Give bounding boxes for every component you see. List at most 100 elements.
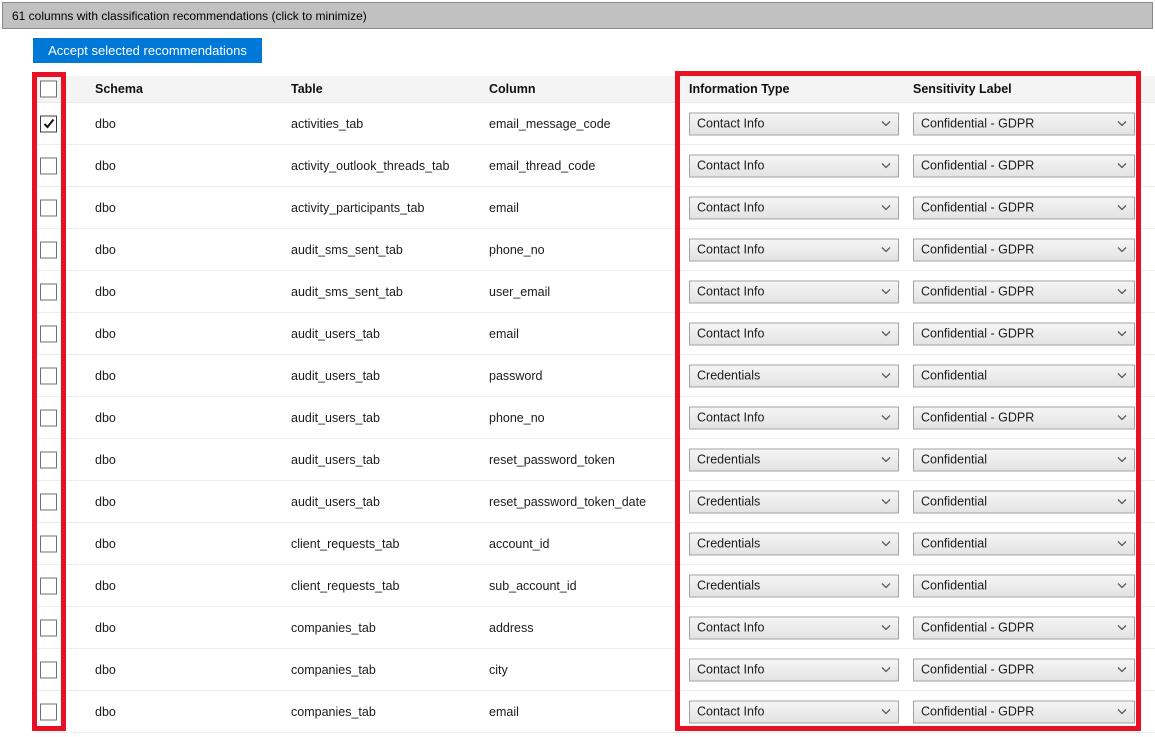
table-row: dbo companies_tab email Contact Info Con… — [33, 691, 1155, 733]
row-checkbox[interactable] — [40, 619, 57, 636]
chevron-down-icon — [881, 667, 891, 673]
row-checkbox[interactable] — [40, 283, 57, 300]
row-checkbox[interactable] — [40, 157, 57, 174]
table-row: dbo activity_outlook_threads_tab email_t… — [33, 145, 1155, 187]
information-type-dropdown[interactable]: Credentials — [689, 448, 899, 471]
column-name-cell: email — [489, 326, 519, 341]
table-row: dbo activities_tab email_message_code Co… — [33, 103, 1155, 145]
sensitivity-label-dropdown[interactable]: Confidential — [913, 532, 1135, 555]
chevron-down-icon — [881, 541, 891, 547]
row-checkbox[interactable] — [40, 535, 57, 552]
information-type-dropdown[interactable]: Credentials — [689, 490, 899, 513]
sensitivity-label-dropdown[interactable]: Confidential — [913, 364, 1135, 387]
row-checkbox[interactable] — [40, 451, 57, 468]
information-type-dropdown[interactable]: Contact Info — [689, 658, 899, 681]
chevron-down-icon — [1117, 583, 1127, 589]
sensitivity-label-dropdown[interactable]: Confidential - GDPR — [913, 406, 1135, 429]
table-name-cell: audit_sms_sent_tab — [291, 242, 403, 257]
row-checkbox[interactable] — [40, 661, 57, 678]
schema-cell: dbo — [95, 200, 116, 215]
information-type-dropdown[interactable]: Credentials — [689, 532, 899, 555]
chevron-down-icon — [1117, 121, 1127, 127]
column-name-cell: account_id — [489, 536, 550, 551]
column-name-cell: phone_no — [489, 242, 545, 257]
schema-cell: dbo — [95, 578, 116, 593]
sensitivity-label-dropdown[interactable]: Confidential - GDPR — [913, 280, 1135, 303]
schema-cell: dbo — [95, 116, 116, 131]
row-checkbox[interactable] — [40, 577, 57, 594]
information-type-dropdown[interactable]: Contact Info — [689, 406, 899, 429]
information-type-dropdown[interactable]: Contact Info — [689, 700, 899, 723]
table-row: dbo audit_users_tab email Contact Info C… — [33, 313, 1155, 355]
sensitivity-label-dropdown[interactable]: Confidential - GDPR — [913, 700, 1135, 723]
schema-cell: dbo — [95, 242, 116, 257]
chevron-down-icon — [881, 415, 891, 421]
row-checkbox[interactable] — [40, 115, 57, 132]
row-checkbox[interactable] — [40, 199, 57, 216]
sensitivity-label-dropdown[interactable]: Confidential - GDPR — [913, 238, 1135, 261]
column-name-cell: email_thread_code — [489, 158, 596, 173]
table-row: dbo companies_tab city Contact Info Conf… — [33, 649, 1155, 691]
chevron-down-icon — [881, 163, 891, 169]
table-name-cell: companies_tab — [291, 704, 376, 719]
chevron-down-icon — [1117, 541, 1127, 547]
column-name-cell: address — [489, 620, 534, 635]
table-name-cell: audit_users_tab — [291, 494, 380, 509]
chevron-down-icon — [1117, 709, 1127, 715]
information-type-dropdown[interactable]: Credentials — [689, 364, 899, 387]
table-row: dbo activity_participants_tab email Cont… — [33, 187, 1155, 229]
chevron-down-icon — [881, 457, 891, 463]
information-type-dropdown[interactable]: Contact Info — [689, 238, 899, 261]
row-checkbox[interactable] — [40, 703, 57, 720]
information-type-dropdown[interactable]: Contact Info — [689, 154, 899, 177]
information-type-dropdown[interactable]: Contact Info — [689, 196, 899, 219]
sensitivity-label-dropdown[interactable]: Confidential — [913, 574, 1135, 597]
schema-cell: dbo — [95, 494, 116, 509]
accept-recommendations-button[interactable]: Accept selected recommendations — [33, 38, 262, 63]
information-type-dropdown[interactable]: Credentials — [689, 574, 899, 597]
row-checkbox[interactable] — [40, 409, 57, 426]
column-name-cell: email_message_code — [489, 116, 611, 131]
column-name-cell: city — [489, 662, 508, 677]
column-name-cell: reset_password_token — [489, 452, 615, 467]
table-row: dbo audit_users_tab reset_password_token… — [33, 481, 1155, 523]
header-table: Table — [291, 82, 323, 96]
check-icon — [43, 118, 54, 129]
table-name-cell: activities_tab — [291, 116, 364, 131]
sensitivity-label-dropdown[interactable]: Confidential - GDPR — [913, 616, 1135, 639]
table-name-cell: audit_users_tab — [291, 452, 380, 467]
sensitivity-label-dropdown[interactable]: Confidential - GDPR — [913, 658, 1135, 681]
column-name-cell: email — [489, 704, 519, 719]
sensitivity-label-dropdown[interactable]: Confidential — [913, 490, 1135, 513]
chevron-down-icon — [1117, 457, 1127, 463]
information-type-dropdown[interactable]: Contact Info — [689, 322, 899, 345]
information-type-dropdown[interactable]: Contact Info — [689, 280, 899, 303]
chevron-down-icon — [881, 205, 891, 211]
select-all-checkbox[interactable] — [40, 80, 57, 98]
table-name-cell: audit_sms_sent_tab — [291, 284, 403, 299]
table-row: dbo client_requests_tab sub_account_id C… — [33, 565, 1155, 607]
row-checkbox[interactable] — [40, 493, 57, 510]
header-schema: Schema — [95, 82, 143, 96]
table-name-cell: audit_users_tab — [291, 410, 380, 425]
row-checkbox[interactable] — [40, 241, 57, 258]
table-row: dbo audit_sms_sent_tab phone_no Contact … — [33, 229, 1155, 271]
row-checkbox[interactable] — [40, 325, 57, 342]
sensitivity-label-dropdown[interactable]: Confidential - GDPR — [913, 154, 1135, 177]
table-name-cell: companies_tab — [291, 620, 376, 635]
sensitivity-label-dropdown[interactable]: Confidential - GDPR — [913, 322, 1135, 345]
sensitivity-label-dropdown[interactable]: Confidential - GDPR — [913, 112, 1135, 135]
classification-table: Schema Table Column Information Type Sen… — [33, 76, 1155, 733]
schema-cell: dbo — [95, 704, 116, 719]
minimize-banner[interactable]: 61 columns with classification recommend… — [2, 2, 1153, 29]
sensitivity-label-dropdown[interactable]: Confidential — [913, 448, 1135, 471]
column-name-cell: phone_no — [489, 410, 545, 425]
information-type-dropdown[interactable]: Contact Info — [689, 112, 899, 135]
row-checkbox[interactable] — [40, 367, 57, 384]
sensitivity-label-dropdown[interactable]: Confidential - GDPR — [913, 196, 1135, 219]
schema-cell: dbo — [95, 662, 116, 677]
table-row: dbo audit_users_tab reset_password_token… — [33, 439, 1155, 481]
column-name-cell: user_email — [489, 284, 551, 299]
chevron-down-icon — [881, 499, 891, 505]
information-type-dropdown[interactable]: Contact Info — [689, 616, 899, 639]
